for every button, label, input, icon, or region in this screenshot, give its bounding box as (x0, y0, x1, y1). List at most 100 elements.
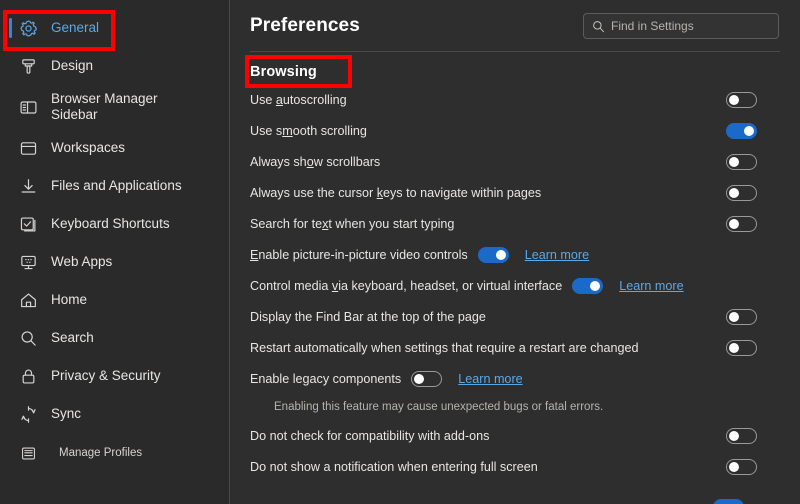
toggle-switch-do-not-show-fullscreen-notification[interactable] (726, 458, 757, 475)
sidebar-item-files-and-applications[interactable]: Files and Applications (0, 167, 229, 205)
preferences-header: Preferences (230, 0, 800, 51)
setting-label: Do not check for compatibility with add-… (250, 428, 490, 443)
sidebar-item-search[interactable]: Search (0, 319, 229, 357)
selected-indicator (9, 18, 12, 38)
setting-row-enable-legacy-components: Enable legacy components Learn more (250, 363, 780, 394)
sidebar-item-home[interactable]: Home (0, 281, 229, 319)
search-icon (592, 20, 605, 33)
download-icon (17, 175, 39, 197)
sidebar-item-label: Manage Profiles (59, 446, 143, 459)
setting-row-use-smooth-scrolling: Use smooth scrolling (250, 115, 780, 146)
setting-row-always-use-cursor-keys: Always use the cursor keys to navigate w… (250, 177, 780, 208)
sidebar-item-browser-manager-sidebar[interactable]: Browser Manager Sidebar (0, 85, 229, 129)
setting-row-always-show-scrollbars: Always show scrollbars (250, 146, 780, 177)
toggle-knob (495, 249, 506, 260)
settings-sidebar: General Design Browser Manager Sidebar Works… (0, 0, 230, 504)
setting-label: Use smooth scrolling (250, 123, 367, 138)
search-input[interactable] (611, 19, 778, 33)
toggle-switch-always-show-scrollbars[interactable] (726, 153, 757, 170)
toggle-switch-control-media-via-keyboard[interactable] (572, 277, 604, 294)
settings-rows: Use autoscrolling Use smooth scrolling Alw… (250, 84, 780, 482)
next-row-clipped (230, 496, 800, 504)
preferences-window: General Design Browser Manager Sidebar Works… (0, 0, 800, 504)
sidebar-item-keyboard-shortcuts[interactable]: Keyboard Shortcuts (0, 205, 229, 243)
setting-row-enable-picture-in-picture: Enable picture-in-picture video controls… (250, 239, 780, 270)
toggle-switch-use-smooth-scrolling[interactable] (726, 122, 757, 139)
sidebar-panel-icon (17, 96, 39, 118)
sidebar-item-sync[interactable]: Sync (0, 395, 229, 433)
browsing-section: Browsing Use autoscrolling Use smooth scr… (230, 51, 800, 482)
sidebar-item-label: Workspaces (51, 139, 126, 155)
toggle-switch-enable-legacy-components[interactable] (411, 370, 443, 387)
setting-label: Control media via keyboard, headset, or … (250, 278, 563, 293)
setting-row-do-not-check-addon-compatibility: Do not check for compatibility with add-… (250, 420, 780, 451)
setting-row-control-media-via-keyboard: Control media via keyboard, headset, or … (250, 270, 780, 301)
setting-label: Restart automatically when settings that… (250, 340, 639, 355)
toggle-switch-do-not-check-addon-compatibility[interactable] (726, 427, 757, 444)
toggle-knob (744, 125, 754, 136)
legacy-components-note: Enabling this feature may cause unexpect… (274, 401, 604, 413)
brush-icon (17, 55, 39, 77)
page-title: Preferences (250, 14, 360, 36)
home-icon (17, 289, 39, 311)
toggle-switch-use-autoscrolling[interactable] (726, 91, 757, 108)
sidebar-item-privacy-and-security[interactable]: Privacy & Security (0, 357, 229, 395)
setting-label: Use autoscrolling (250, 92, 347, 107)
toggle-knob (729, 156, 739, 167)
sidebar-item-label: Files and Applications (51, 177, 182, 193)
setting-label: Always use the cursor keys to navigate w… (250, 185, 542, 200)
toggle-knob (729, 430, 739, 441)
sidebar-item-manage-profiles[interactable]: Manage Profiles (0, 433, 229, 473)
toggle-knob (729, 218, 739, 229)
gear-icon (17, 17, 39, 39)
toggle-knob (590, 280, 601, 291)
window-icon (17, 137, 39, 159)
toggle-knob (729, 311, 739, 322)
toggle-switch-enable-picture-in-picture[interactable] (477, 246, 509, 263)
checkbox-icon (17, 213, 39, 235)
setting-label: Enable picture-in-picture video controls (250, 247, 468, 262)
toggle-switch-partial[interactable] (713, 499, 744, 504)
search-icon (17, 327, 39, 349)
setting-label: Display the Find Bar at the top of the p… (250, 309, 486, 324)
sidebar-item-label: General (51, 19, 100, 35)
setting-label: Enable legacy components (250, 371, 402, 386)
setting-row-search-for-text-when-typing: Search for text when you start typing (250, 208, 780, 239)
toggle-knob (414, 373, 425, 384)
learn-more-link[interactable]: Learn more (525, 248, 589, 262)
sidebar-item-design[interactable]: Design (0, 47, 229, 85)
toggle-knob (729, 187, 739, 198)
toggle-knob (729, 94, 739, 105)
lock-icon (17, 365, 39, 387)
setting-label: Always show scrollbars (250, 154, 381, 169)
sidebar-item-label: Privacy & Security (51, 367, 161, 383)
sidebar-item-label: Web Apps (51, 253, 113, 269)
sync-icon (17, 403, 39, 425)
toggle-knob (729, 342, 739, 353)
sidebar-item-general[interactable]: General (0, 9, 229, 47)
setting-row-restart-automatically: Restart automatically when settings that… (250, 332, 780, 363)
toggle-switch-always-use-cursor-keys[interactable] (726, 184, 757, 201)
profiles-icon (17, 442, 39, 464)
sidebar-item-label: Sync (51, 405, 82, 421)
setting-label: Search for text when you start typing (250, 216, 455, 231)
learn-more-link[interactable]: Learn more (619, 279, 683, 293)
toggle-switch-restart-automatically[interactable] (726, 339, 757, 356)
search-box[interactable] (583, 13, 779, 39)
sidebar-item-label: Design (51, 57, 94, 73)
sidebar-item-label: Search (51, 329, 94, 345)
toggle-switch-display-find-bar-at-top[interactable] (726, 308, 757, 325)
setting-row-use-autoscrolling: Use autoscrolling (250, 84, 780, 115)
toggle-switch-search-for-text-when-typing[interactable] (726, 215, 757, 232)
setting-row-do-not-show-fullscreen-notification: Do not show a notification when entering… (250, 451, 780, 482)
setting-label: Do not show a notification when entering… (250, 459, 538, 474)
monitor-icon (17, 251, 39, 273)
setting-row-display-find-bar-at-top: Display the Find Bar at the top of the p… (250, 301, 780, 332)
sidebar-item-label: Home (51, 291, 88, 307)
sidebar-item-label: Browser Manager Sidebar (51, 91, 158, 122)
sidebar-item-web-apps[interactable]: Web Apps (0, 243, 229, 281)
toggle-knob (729, 461, 739, 472)
learn-more-link[interactable]: Learn more (458, 372, 522, 386)
sidebar-item-label: Keyboard Shortcuts (51, 215, 170, 231)
sidebar-item-workspaces[interactable]: Workspaces (0, 129, 229, 167)
